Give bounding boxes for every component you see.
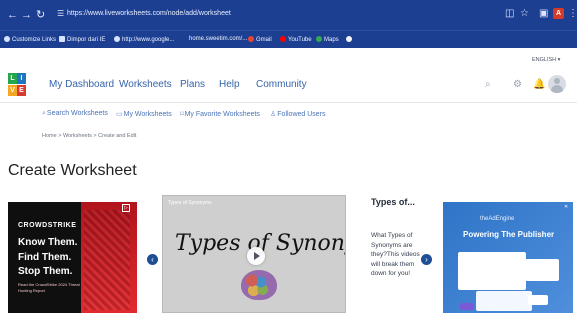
brain-illustration — [241, 270, 277, 300]
map-pin-icon — [316, 36, 322, 42]
link-icon — [4, 36, 10, 42]
globe-icon — [114, 36, 120, 42]
worksheet-icon: ▭ — [116, 111, 123, 118]
screenshot-icon[interactable]: ◫ — [505, 8, 514, 19]
breadcrumb-home[interactable]: Home — [42, 133, 57, 139]
carousel-next-button[interactable]: › — [421, 254, 432, 265]
ad-card — [525, 259, 559, 281]
nav-my-dashboard[interactable]: My Dashboard — [49, 79, 114, 90]
logo-v: V — [8, 85, 17, 96]
bookmark-label: Maps — [324, 37, 339, 43]
browser-toolbar: ← → ↻ ☰ https://www.liveworksheets.com/n… — [0, 0, 577, 30]
bookmarks-bar: Customize Links Dimpor dari IE http://ww… — [0, 30, 577, 48]
gear-icon[interactable]: ⚙ — [513, 79, 522, 90]
language-select[interactable]: ENGLISH ▾ — [532, 57, 560, 63]
ad-brand: theAdEngine — [480, 216, 515, 222]
subnav-label: My Favorite Worksheets — [184, 111, 260, 118]
video-caption: Types of Synonyms — [168, 200, 212, 206]
site-info-icon[interactable]: ☰ — [57, 9, 64, 18]
ad-chip — [460, 303, 474, 310]
user-avatar[interactable] — [548, 75, 566, 93]
folder-icon — [59, 36, 65, 42]
gmail-icon — [248, 36, 254, 42]
right-ad[interactable]: ✕ theAdEngine Powering The Publisher — [443, 202, 573, 313]
ad-subtext: Read the CrowdStrike 2024 Threat Hunting… — [18, 282, 80, 293]
nav-worksheets[interactable]: Worksheets — [119, 79, 172, 90]
left-ad[interactable]: ▷ CROWDSTRIKE Know Them. Find Them. Stop… — [8, 202, 137, 313]
subnav-my-worksheets[interactable]: ▭My Worksheets — [116, 110, 172, 118]
header-divider — [0, 102, 577, 103]
ad-image — [84, 210, 130, 310]
bookmark-sweetim[interactable]: home.sweetim.com/... — [189, 36, 247, 42]
search-icon: ⌕ — [42, 110, 46, 117]
ad-chip — [528, 295, 548, 305]
bookmark-label: YouTube — [288, 37, 312, 43]
bookmark-label: home.sweetim.com/... — [189, 36, 248, 42]
ad-line-3: Stop Them. — [18, 266, 73, 277]
carousel-prev-button[interactable]: ‹ — [147, 254, 158, 265]
breadcrumb-current: Create and Edit — [98, 133, 137, 139]
circle-icon — [346, 36, 352, 42]
ad-brand: CROWDSTRIKE — [18, 222, 77, 229]
star-icon[interactable]: ☆ — [520, 8, 529, 19]
video-thumbnail[interactable]: Types of Synonyms Types of Synonyms — [162, 195, 346, 313]
bookmark-label: http://www.google... — [122, 37, 175, 43]
address-bar[interactable]: https://www.liveworksheets.com/node/add/… — [67, 10, 231, 17]
video-description: What Types of Synonyms are they?This vid… — [371, 232, 420, 277]
ad-line-1: Know Them. — [18, 237, 78, 248]
play-icon[interactable] — [247, 247, 265, 265]
ad-choices-icon[interactable]: ▷ — [122, 204, 130, 212]
bookmark-dimpor[interactable]: Dimpor dari IE — [59, 36, 105, 43]
nav-help[interactable]: Help — [219, 79, 240, 90]
reload-icon[interactable]: ↻ — [36, 9, 45, 21]
bookmark-extra[interactable] — [346, 36, 354, 43]
ad-headline: Powering The Publisher — [463, 230, 555, 239]
subnav-followed-users[interactable]: ♙Followed Users — [270, 110, 326, 118]
bookmark-customize-links[interactable]: Customize Links — [4, 36, 56, 43]
subnav-label: Followed Users — [277, 111, 326, 118]
video-title: Types of... — [371, 197, 415, 207]
subnav-favorite-worksheets[interactable]: ⌑My Favorite Worksheets — [180, 110, 260, 118]
bell-icon[interactable]: 🔔 — [533, 79, 545, 90]
close-icon[interactable]: ✕ — [564, 204, 568, 210]
bookmark-label: Gmail — [256, 37, 272, 43]
logo-l: L — [8, 73, 17, 84]
user-icon: ♙ — [270, 111, 277, 118]
search-icon[interactable]: ⌕ — [485, 79, 491, 90]
bookmark-youtube[interactable]: YouTube — [280, 36, 312, 43]
back-icon[interactable]: ← — [7, 9, 18, 21]
ad-card — [476, 291, 532, 311]
bookmark-icon: ⌑ — [180, 111, 184, 118]
subnav-label: Search Worksheets — [46, 110, 108, 117]
bookmark-google[interactable]: http://www.google... — [114, 36, 174, 43]
bookmark-label: Dimpor dari IE — [67, 37, 106, 43]
ad-card — [458, 252, 526, 290]
forward-icon[interactable]: → — [21, 9, 32, 21]
subnav-label: My Worksheets — [123, 111, 172, 118]
sidebar-icon[interactable]: ▣ — [539, 8, 548, 19]
breadcrumb-worksheets[interactable]: Worksheets — [63, 133, 92, 139]
bookmark-label: Customize Links — [12, 37, 57, 43]
menu-icon[interactable]: ⋮ — [568, 8, 577, 19]
subnav-search-worksheets[interactable]: ⌕Search Worksheets — [42, 110, 108, 118]
logo-e: E — [17, 85, 26, 96]
nav-plans[interactable]: Plans — [180, 79, 205, 90]
nav-community[interactable]: Community — [256, 79, 307, 90]
youtube-icon — [280, 36, 286, 42]
profile-avatar[interactable]: A — [553, 8, 564, 19]
bookmark-maps[interactable]: Maps — [316, 36, 339, 43]
logo-i: I — [17, 73, 26, 84]
breadcrumb: Home > Worksheets > Create and Edit — [42, 133, 136, 139]
page-title: Create Worksheet — [8, 162, 137, 179]
bookmark-gmail[interactable]: Gmail — [248, 36, 272, 43]
ad-line-2: Find Them. — [18, 252, 72, 263]
liveworksheets-logo[interactable]: L I V E — [8, 73, 26, 97]
